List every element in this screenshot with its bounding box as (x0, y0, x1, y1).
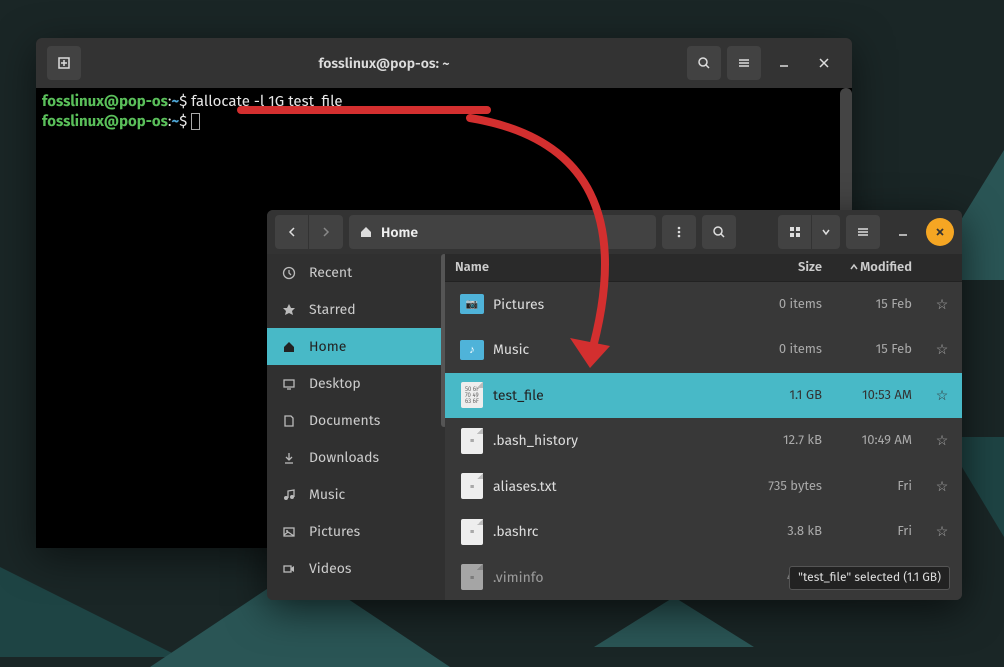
file-modified: 15 Feb (832, 297, 922, 312)
file-name: .bash_history (485, 432, 742, 449)
column-header[interactable]: Name Size Modified (445, 254, 962, 282)
sidebar-item-music[interactable]: Music (267, 476, 445, 513)
text-file-icon: ≡ (461, 428, 483, 454)
star-icon (281, 303, 297, 317)
terminal-titlebar[interactable]: fosslinux@pop-os: ~ (36, 38, 852, 88)
star-button[interactable]: ☆ (922, 341, 962, 358)
video-icon (281, 562, 297, 576)
sidebar-item-label: Documents (309, 412, 380, 429)
text-file-icon: ≡ (461, 519, 483, 545)
star-button[interactable]: ☆ (922, 523, 962, 540)
text-file-icon: ≡ (461, 473, 483, 499)
sidebar-item-label: Recent (309, 264, 352, 281)
file-name: aliases.txt (485, 478, 742, 495)
file-size: 12.7 kB (742, 433, 832, 448)
view-grid-button[interactable] (778, 215, 812, 249)
file-modified: Fri (832, 524, 922, 539)
terminal-search-button[interactable] (687, 46, 721, 80)
folder-icon: 📷 (460, 294, 484, 314)
sidebar-item-documents[interactable]: Documents (267, 402, 445, 439)
sidebar-item-label: Desktop (309, 375, 361, 392)
text-file-icon: ≡ (461, 564, 483, 590)
file-name: .bashrc (485, 523, 742, 540)
sidebar-item-pictures[interactable]: Pictures (267, 513, 445, 550)
path-label: Home (381, 224, 418, 241)
path-menu-button[interactable] (662, 215, 696, 249)
file-size: 0 items (742, 297, 832, 312)
download-icon (281, 451, 297, 465)
home-icon (281, 340, 297, 354)
sidebar-item-label: Starred (309, 301, 356, 318)
file-minimize-button[interactable] (886, 215, 920, 249)
binary-file-icon: 50 6F70 4963 6F (461, 382, 483, 408)
view-dropdown-button[interactable] (812, 215, 840, 249)
star-button[interactable]: ☆ (922, 478, 962, 495)
terminal-title: fosslinux@pop-os: ~ (84, 55, 684, 72)
terminal-line: fosslinux@pop-os:~$ (42, 112, 846, 132)
file-manager-window: Home Recent Starred Home Desktop Documen… (267, 210, 962, 600)
sort-asc-icon (850, 263, 858, 271)
sidebar-scrollbar[interactable] (441, 254, 445, 427)
file-size: 3.8 kB (742, 524, 832, 539)
column-name[interactable]: Name (445, 260, 742, 275)
sidebar-item-label: Pictures (309, 523, 360, 540)
file-list: Name Size Modified 📷 Pictures 0 items 15… (445, 254, 962, 600)
terminal-menu-button[interactable] (727, 46, 761, 80)
file-menu-button[interactable] (846, 215, 880, 249)
table-row[interactable]: ≡ .bashrc 3.8 kB Fri ☆ (445, 509, 962, 554)
path-bar[interactable]: Home (349, 215, 656, 249)
sidebar-item-desktop[interactable]: Desktop (267, 365, 445, 402)
sidebar-item-videos[interactable]: Videos (267, 550, 445, 587)
file-modified: 10:53 AM (832, 388, 922, 403)
document-icon (281, 414, 297, 428)
column-size[interactable]: Size (742, 260, 832, 275)
file-search-button[interactable] (702, 215, 736, 249)
nav-back-button[interactable] (275, 215, 309, 249)
sidebar-item-starred[interactable]: Starred (267, 291, 445, 328)
sidebar-item-downloads[interactable]: Downloads (267, 439, 445, 476)
terminal-close-button[interactable] (807, 46, 841, 80)
table-row[interactable]: ≡ aliases.txt 735 bytes Fri ☆ (445, 464, 962, 509)
sidebar-item-label: Home (309, 338, 346, 355)
nav-forward-button[interactable] (309, 215, 343, 249)
file-modified: 10:49 AM (832, 433, 922, 448)
file-size: 0 items (742, 342, 832, 357)
star-button[interactable]: ☆ (922, 296, 962, 313)
file-size: 735 bytes (742, 479, 832, 494)
table-row[interactable]: ♪ Music 0 items 15 Feb ☆ (445, 327, 962, 372)
desktop-icon (281, 377, 297, 391)
sidebar-item-label: Downloads (309, 449, 379, 466)
file-modified: 15 Feb (832, 342, 922, 357)
picture-icon (281, 525, 297, 539)
terminal-minimize-button[interactable] (767, 46, 801, 80)
sidebar-item-label: Videos (309, 560, 351, 577)
annotation-underline (237, 106, 491, 114)
star-button[interactable]: ☆ (922, 432, 962, 449)
terminal-cursor (191, 113, 200, 130)
column-modified[interactable]: Modified (832, 260, 922, 275)
file-close-button[interactable] (926, 218, 954, 246)
sidebar: Recent Starred Home Desktop Documents Do… (267, 254, 445, 600)
status-bar: "test_file" selected (1.1 GB) (789, 566, 950, 590)
table-row[interactable]: 📷 Pictures 0 items 15 Feb ☆ (445, 282, 962, 327)
star-button[interactable]: ☆ (922, 387, 962, 404)
music-icon (281, 488, 297, 502)
table-row[interactable]: ≡ .bash_history 12.7 kB 10:49 AM ☆ (445, 418, 962, 463)
file-size: 1.1 GB (742, 388, 832, 403)
file-manager-titlebar[interactable]: Home (267, 210, 962, 254)
home-icon (359, 225, 373, 239)
file-name: .viminfo (485, 569, 742, 586)
sidebar-item-label: Music (309, 486, 345, 503)
new-tab-button[interactable] (47, 46, 81, 80)
table-row[interactable]: 50 6F70 4963 6F test_file 1.1 GB 10:53 A… (445, 373, 962, 418)
file-name: Music (485, 341, 742, 358)
sidebar-item-recent[interactable]: Recent (267, 254, 445, 291)
folder-icon: ♪ (460, 340, 484, 360)
clock-icon (281, 266, 297, 280)
file-name: test_file (485, 387, 742, 404)
file-modified: Fri (832, 479, 922, 494)
file-name: Pictures (485, 296, 742, 313)
sidebar-item-home[interactable]: Home (267, 328, 445, 365)
